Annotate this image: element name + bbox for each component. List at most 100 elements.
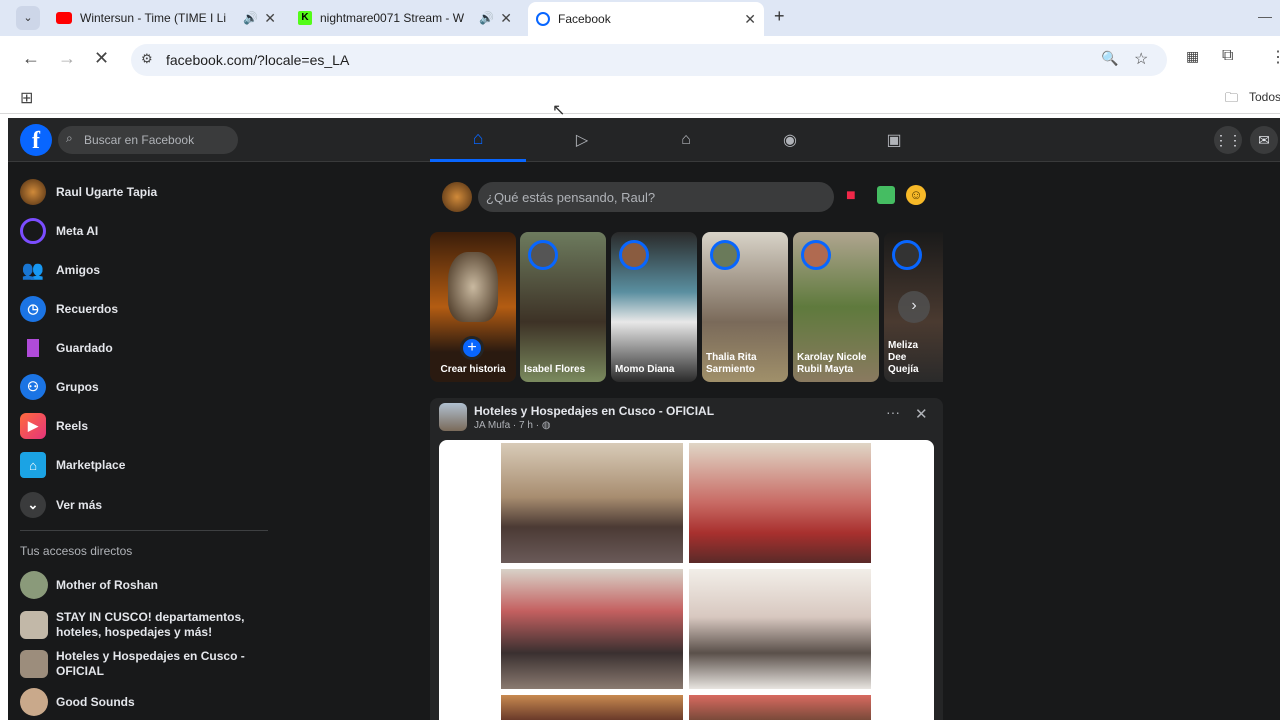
tab-search-button[interactable]: ⌄ xyxy=(16,6,40,30)
sidebar-item-label: Reels xyxy=(56,419,89,433)
facebook-page: f ⌕ Buscar en Facebook ⌂ ▷ ⌂ ◉ ▣ ⋮⋮ ✉ Ra… xyxy=(0,118,1280,720)
extensions-icon[interactable]: ⧉ xyxy=(1222,47,1233,65)
add-story-icon[interactable]: + xyxy=(460,336,484,360)
search-placeholder: Buscar en Facebook xyxy=(84,133,195,147)
nav-gaming[interactable]: ▣ xyxy=(846,118,942,162)
sidebar-item-ver-mas[interactable]: ⌄ Ver más xyxy=(20,491,102,519)
story-image xyxy=(448,252,498,322)
story-card[interactable]: Karolay Nicole Rubil Mayta xyxy=(793,232,879,382)
composer-input[interactable]: ¿Qué estás pensando, Raul? xyxy=(478,182,834,212)
youtube-icon xyxy=(56,12,72,24)
more-options-icon[interactable]: ··· xyxy=(886,404,900,420)
post-composer: ¿Qué estás pensando, Raul? ■ ☺ xyxy=(430,178,943,218)
globe-icon: ◍ xyxy=(541,420,551,431)
close-tab-icon[interactable]: ✕ xyxy=(500,10,512,27)
store-icon: ⌂ xyxy=(681,131,691,148)
shortcut-item[interactable]: Hoteles y Hospedajes en Cusco - OFICIAL xyxy=(20,649,250,679)
nav-marketplace[interactable]: ⌂ xyxy=(638,118,734,162)
chevron-down-icon: ⌄ xyxy=(20,492,46,518)
reels-icon: ▶ xyxy=(20,413,46,439)
story-card[interactable]: Momo Diana xyxy=(611,232,697,382)
menu-grid-button[interactable]: ⋮⋮ xyxy=(1214,126,1242,154)
store-icon: ⌂ xyxy=(20,452,46,478)
tab-label: Facebook xyxy=(558,12,611,26)
tab-wintersun[interactable]: Wintersun - Time (TIME I Li 🔊 ✕ xyxy=(48,4,284,32)
tab-label: nightmare0071 Stream - W xyxy=(320,11,465,25)
apps-grid-icon[interactable]: ⊞ xyxy=(20,88,33,108)
story-name: Meliza Dee Quejía xyxy=(888,340,919,375)
sidebar-item-guardado[interactable]: Guardado xyxy=(20,334,113,362)
sidebar-item-recuerdos[interactable]: ◷ Recuerdos xyxy=(20,295,118,323)
feeling-icon[interactable]: ☺ xyxy=(906,185,926,205)
story-create[interactable]: + Crear historia xyxy=(430,232,516,382)
stories-next-button[interactable]: › xyxy=(898,291,930,323)
tab-facebook[interactable]: Facebook ✕ xyxy=(528,2,764,36)
photo-icon[interactable] xyxy=(877,186,895,204)
live-video-icon[interactable]: ■ xyxy=(846,187,856,205)
sound-icon[interactable]: 🔊 xyxy=(479,11,494,25)
shortcut-item[interactable]: Mother of Roshan xyxy=(20,571,270,599)
post-photo[interactable] xyxy=(689,443,871,563)
story-avatar xyxy=(710,240,740,270)
sidebar-item-label: Amigos xyxy=(56,263,101,277)
address-bar[interactable]: ⚙ facebook.com/?locale=es_LA 🔍 ☆ xyxy=(131,44,1167,76)
facebook-search-input[interactable]: ⌕ Buscar en Facebook xyxy=(58,126,238,154)
close-icon[interactable]: ✕ xyxy=(915,405,928,423)
sidebar-item-grupos[interactable]: ⚇ Grupos xyxy=(20,373,99,401)
sidebar-item-label: Raul Ugarte Tapia xyxy=(56,185,158,199)
post-image-area[interactable] xyxy=(439,440,934,720)
stop-loading-icon[interactable]: ✕ xyxy=(94,48,109,69)
post-photo[interactable] xyxy=(689,569,871,689)
shortcut-avatar xyxy=(20,611,48,639)
facebook-logo-icon[interactable]: f xyxy=(20,124,52,156)
sidebar-item-profile[interactable]: Raul Ugarte Tapia xyxy=(20,178,157,206)
sidebar-item-meta-ai[interactable]: Meta AI xyxy=(20,217,98,245)
feed-post: Hoteles y Hospedajes en Cusco - OFICIAL … xyxy=(430,398,943,720)
clock-icon: ◷ xyxy=(20,296,46,322)
story-card[interactable]: Thalia Rita Sarmiento xyxy=(702,232,788,382)
post-photo[interactable] xyxy=(501,569,683,689)
bookmark-icon xyxy=(20,335,46,361)
forward-icon[interactable]: → xyxy=(58,48,76,69)
tab-kick-stream[interactable]: K nightmare0071 Stream - W 🔊 ✕ xyxy=(290,4,520,32)
sidebar-item-marketplace[interactable]: ⌂ Marketplace xyxy=(20,451,125,479)
nav-groups[interactable]: ◉ xyxy=(742,118,838,162)
folder-icon: 🗀 xyxy=(1225,90,1239,105)
site-settings-icon[interactable]: ⚙ xyxy=(141,51,153,67)
new-tab-button[interactable]: + xyxy=(774,6,785,27)
sound-icon[interactable]: 🔊 xyxy=(243,11,258,25)
qr-code-icon[interactable]: ▦ xyxy=(1186,48,1199,65)
post-photo[interactable] xyxy=(689,695,871,720)
profile-avatar xyxy=(20,179,46,205)
post-meta: JA Mufa · 7 h · ◍ xyxy=(474,420,551,431)
nav-home[interactable]: ⌂ xyxy=(430,118,526,162)
sidebar-item-label: Meta AI xyxy=(56,224,99,238)
post-photo[interactable] xyxy=(501,695,683,720)
menu-icon[interactable]: ⋮ xyxy=(1270,47,1280,67)
sidebar-item-reels[interactable]: ▶ Reels xyxy=(20,412,88,440)
friends-icon: 👥 xyxy=(21,259,45,280)
minimize-icon[interactable]: — xyxy=(1258,8,1272,24)
messenger-button[interactable]: ✉ xyxy=(1250,126,1278,154)
tab-label: Wintersun - Time (TIME I Li xyxy=(80,11,227,25)
bookmarks-folder-all[interactable]: Todos xyxy=(1249,90,1280,104)
shortcut-item[interactable]: STAY IN CUSCO! departamentos, hoteles, h… xyxy=(20,610,275,640)
close-tab-icon[interactable]: ✕ xyxy=(264,10,276,27)
composer-avatar[interactable] xyxy=(442,182,472,212)
post-meta-text: JA Mufa · 7 h · xyxy=(474,420,540,431)
zoom-icon[interactable]: 🔍 xyxy=(1101,50,1118,67)
post-photo[interactable] xyxy=(501,443,683,563)
post-page-avatar[interactable] xyxy=(439,403,467,431)
post-title[interactable]: Hoteles y Hospedajes en Cusco - OFICIAL xyxy=(474,404,714,418)
shortcut-label: Hoteles y Hospedajes en Cusco - OFICIAL xyxy=(56,649,245,678)
shortcut-avatar xyxy=(20,688,48,716)
sidebar-item-label: Recuerdos xyxy=(56,302,119,316)
close-tab-icon[interactable]: ✕ xyxy=(744,11,756,28)
bookmark-star-icon[interactable]: ☆ xyxy=(1134,49,1148,69)
sidebar-item-label: Ver más xyxy=(56,498,103,512)
back-icon[interactable]: ← xyxy=(22,48,40,69)
sidebar-item-amigos[interactable]: 👥 Amigos xyxy=(20,256,100,284)
shortcut-item[interactable]: Good Sounds xyxy=(20,688,270,716)
nav-video[interactable]: ▷ xyxy=(534,118,630,162)
story-card[interactable]: Isabel Flores xyxy=(520,232,606,382)
